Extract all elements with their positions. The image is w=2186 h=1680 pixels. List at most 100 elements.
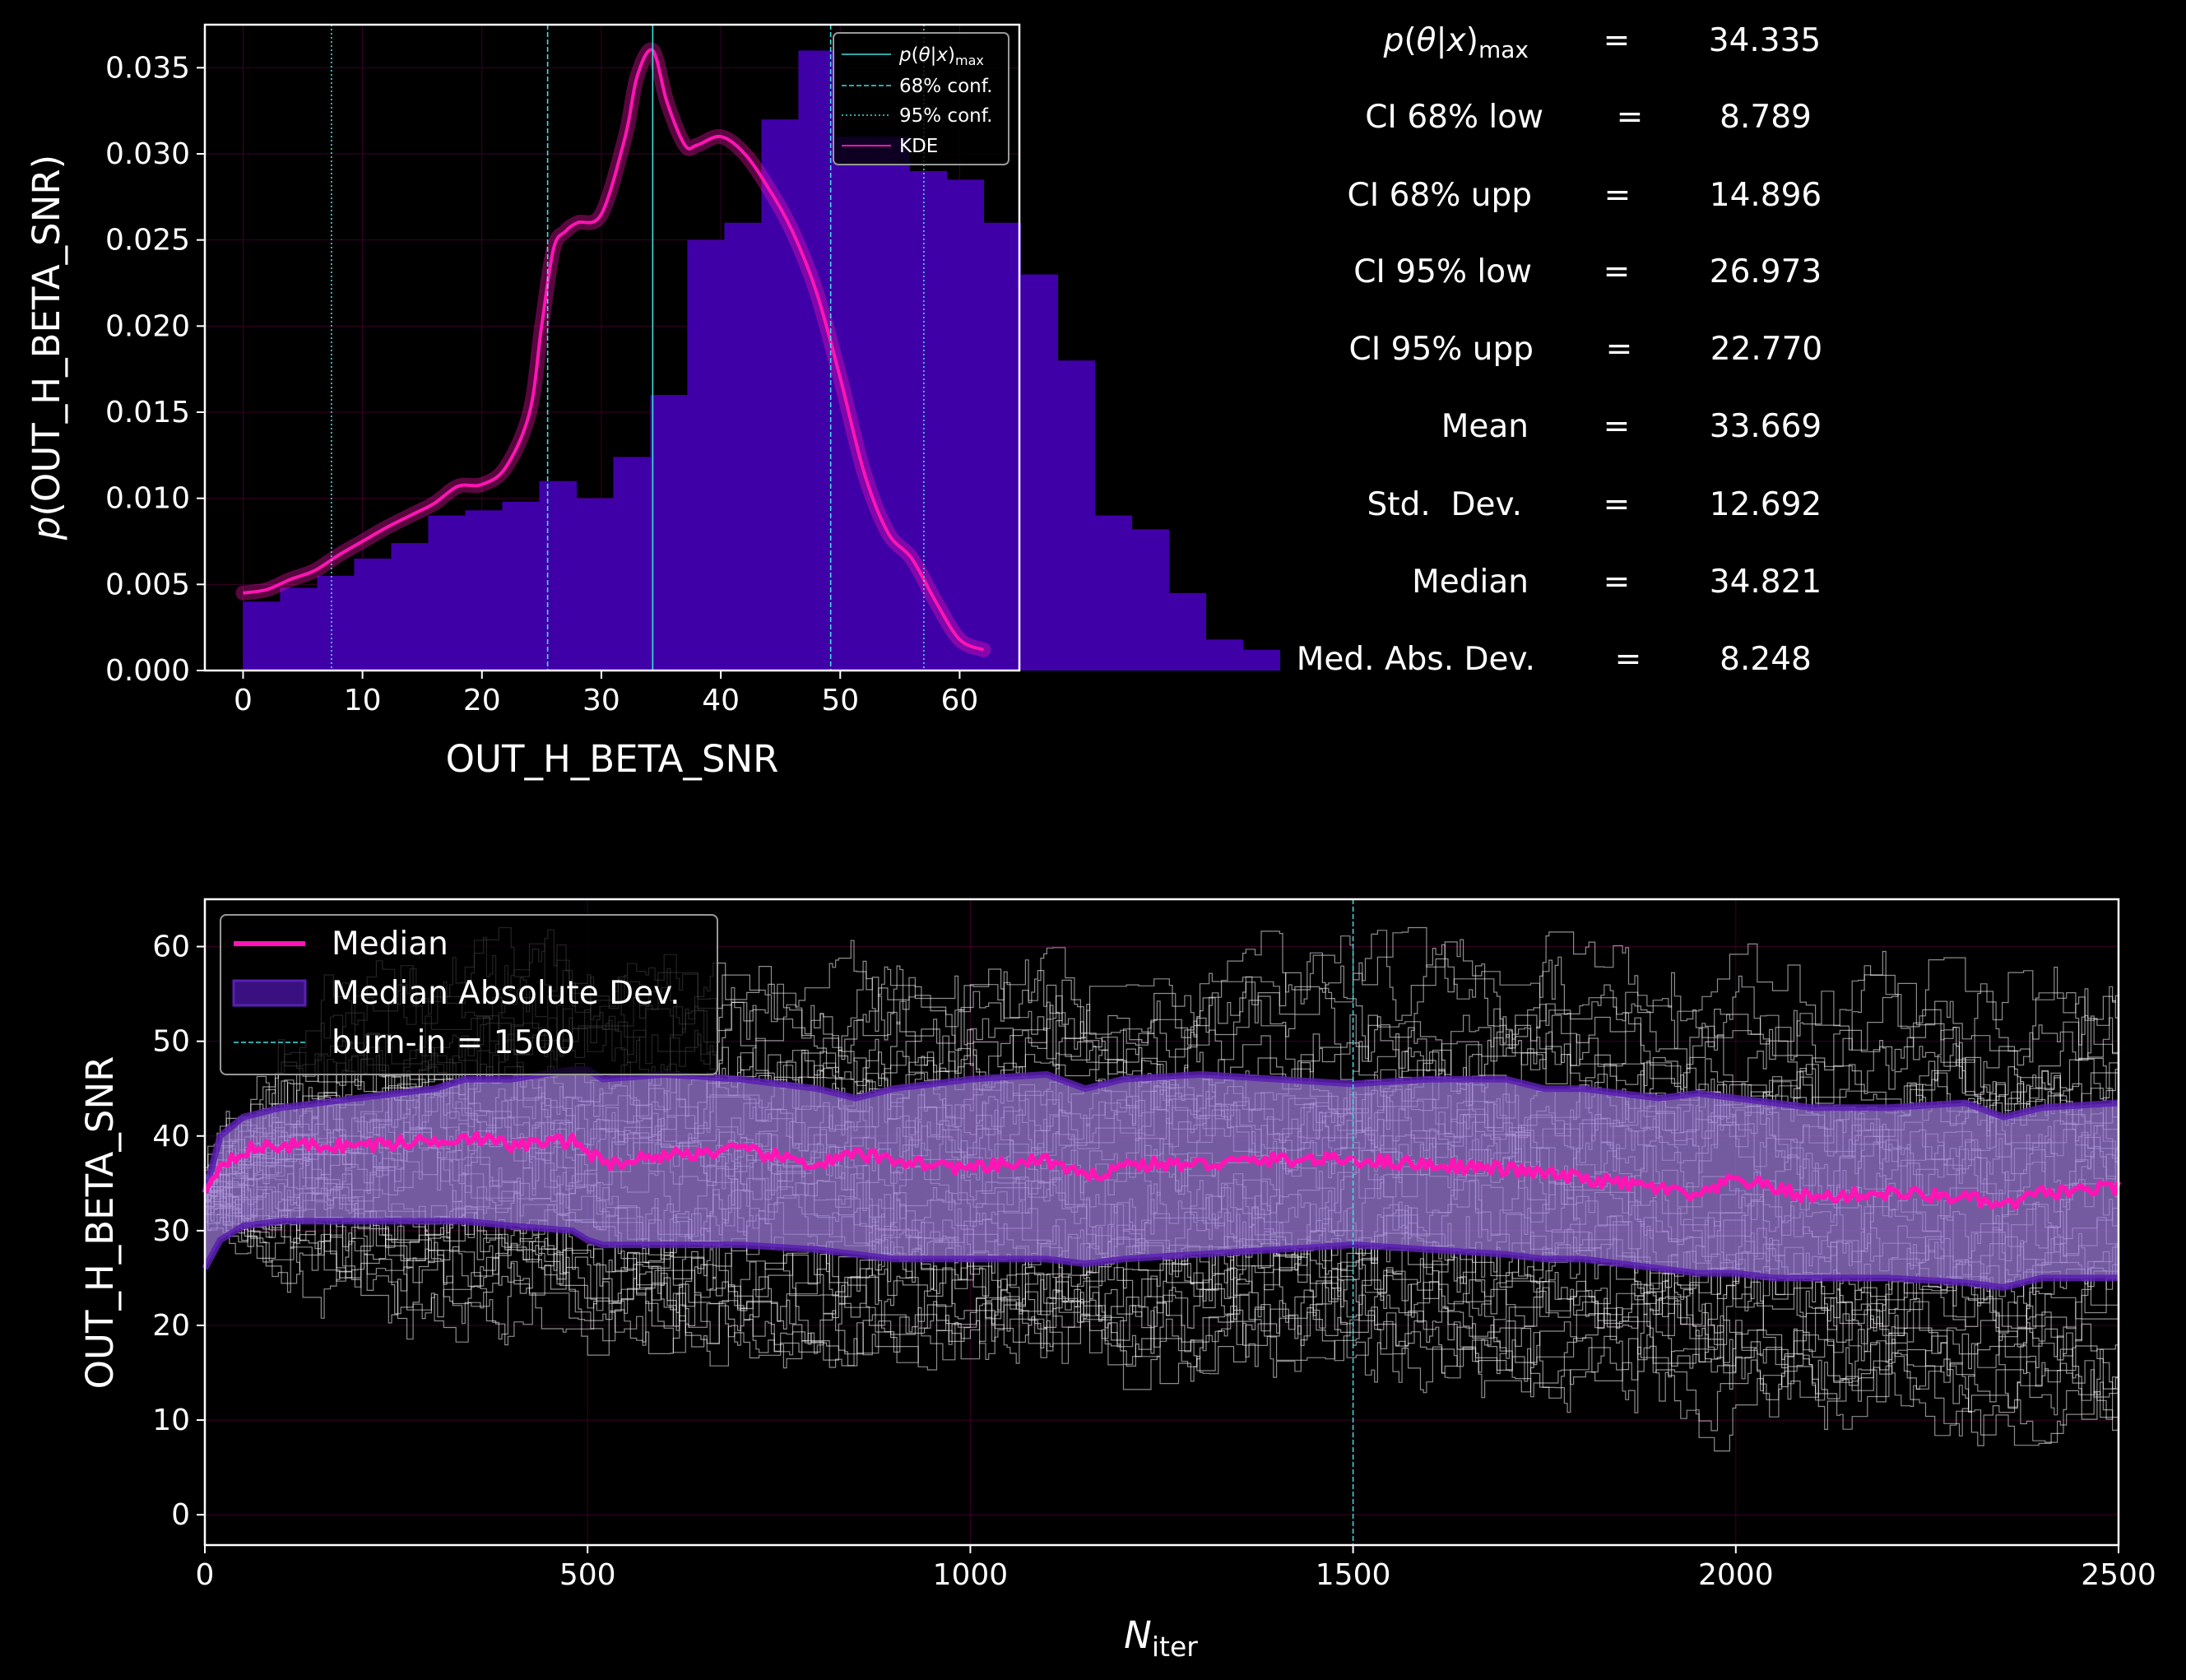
hist-ytick-label: 0.000 [105, 654, 190, 688]
hist-bar [576, 498, 615, 671]
trace-xtick-label: 500 [559, 1558, 616, 1592]
histogram-panel: 0 10 20 30 40 50 60 0.0000.0050.0100.0150.0200… [25, 23, 1281, 781]
stat-value-ci95-upp: 22.770 [1710, 331, 1822, 368]
hist-legend: p(θ|x)max 68% conf. 95% conf. KDE [833, 32, 1009, 165]
trace-ytick-label: 40 [152, 1120, 190, 1153]
hist-bar [946, 179, 985, 671]
hist-bar [1057, 360, 1096, 671]
stat-value-ci68-low: 8.789 [1720, 99, 1812, 136]
trace-ytick-label: 30 [152, 1214, 190, 1248]
hist-ytick-label: 0.025 [105, 224, 190, 258]
trace-xlabel: Niter [1124, 1613, 1198, 1663]
hist-bar [502, 501, 541, 671]
stat-value-mad: 8.248 [1720, 641, 1812, 678]
stat-value-pmax: 34.335 [1709, 22, 1821, 59]
hist-xtick-label: 10 [344, 684, 382, 717]
stat-eq-ci68-upp: = [1604, 177, 1631, 214]
hist-bar [465, 510, 504, 671]
trace-mad-band [202, 1066, 2119, 1291]
hist-ytick-label: 0.020 [105, 309, 190, 343]
stat-label-mad: Med. Abs. Dev. [1297, 641, 1535, 678]
hist-bar [1020, 274, 1059, 671]
legend-ci68-label: 68% conf. [899, 76, 992, 97]
stat-label-ci95-low: CI 95% low [1353, 253, 1532, 290]
stat-label-ci68-low: CI 68% low [1365, 99, 1543, 136]
trace-ytick-label: 0 [171, 1498, 190, 1532]
hist-bar [428, 515, 466, 671]
hist-bar [243, 601, 281, 671]
trace-legend: Median Median Absolute Dev. burn-in = 15… [220, 914, 718, 1075]
hist-xtick-label: 60 [941, 684, 979, 717]
stats-table: p(θ|x)max = 34.335 CI 68% low = 8.789 CI… [1297, 22, 1822, 678]
hist-bar [872, 137, 911, 671]
stat-eq-std: = [1604, 486, 1631, 523]
trace-xtick-label: 2500 [2081, 1558, 2156, 1592]
stat-label-ci95-upp: CI 95% upp [1349, 331, 1534, 368]
stat-value-mean: 33.669 [1710, 408, 1822, 445]
hist-bar [724, 222, 763, 671]
hist-ytick-label: 0.035 [105, 51, 190, 85]
trace-ytick-label: 50 [152, 1025, 190, 1059]
hist-bar [1168, 592, 1207, 671]
trace-ytick-label: 20 [152, 1309, 190, 1343]
trace-xticks: 0 500 1000 1500 2000 2500 [196, 1545, 2156, 1592]
hist-bar [613, 457, 652, 671]
hist-bar [687, 239, 726, 671]
legend-kde-label: KDE [899, 136, 938, 157]
hist-xtick-label: 20 [463, 684, 501, 717]
trace-ytick-label: 60 [152, 930, 190, 964]
legend-mad-swatch [232, 979, 307, 1007]
hist-bar [1242, 649, 1281, 671]
stat-value-ci95-low: 26.973 [1710, 253, 1822, 290]
hist-ytick-label: 0.015 [105, 396, 190, 429]
hist-bar [983, 222, 1022, 671]
hist-bar [317, 575, 355, 671]
stat-eq-mad: = [1615, 641, 1642, 678]
hist-ylabel: p(OUT_H_BETA_SNR) [25, 155, 68, 541]
hist-ytick-label: 0.030 [105, 137, 190, 171]
hist-bar [1094, 515, 1133, 671]
stat-eq-pmax: = [1604, 22, 1631, 59]
hist-ytick-label: 0.005 [105, 568, 190, 601]
hist-bar [1131, 529, 1170, 671]
trace-xtick-label: 2000 [1698, 1558, 1774, 1592]
stat-eq-ci68-low: = [1617, 99, 1644, 136]
trace-xtick-label: 1000 [933, 1558, 1009, 1592]
stat-label-ci68-upp: CI 68% upp [1348, 177, 1532, 214]
hist-bar [1205, 639, 1244, 671]
hist-xtick-label: 50 [821, 684, 859, 717]
stat-eq-ci95-low: = [1604, 253, 1631, 290]
stat-label-mean: Mean [1441, 408, 1529, 445]
legend-burnin-label: burn-in = 1500 [332, 1024, 575, 1061]
figure: 0 10 20 30 40 50 60 0.0000.0050.0100.0150.0200… [25, 22, 2156, 1663]
trace-yticks: 0 10 20 30 40 50 60 [152, 930, 205, 1532]
hist-bar [354, 558, 392, 671]
hist-bar [539, 480, 578, 671]
hist-xtick-label: 30 [582, 684, 620, 717]
stat-eq-mean: = [1604, 408, 1631, 445]
hist-bars [243, 50, 1281, 671]
trace-xtick-label: 1500 [1316, 1558, 1391, 1592]
legend-median-label: Median [332, 926, 448, 963]
trace-ytick-label: 10 [152, 1404, 190, 1437]
stat-eq-median: = [1604, 564, 1631, 601]
stat-value-median: 34.821 [1710, 564, 1822, 601]
hist-yticks: 0.000 0.005 0.010 0.015 0.020 0.025 0.030 0.035 [105, 51, 205, 688]
trace-panel: 0 500 1000 1500 2000 2500 0 10 20 30 40 50 60 Niter… [78, 898, 2156, 1663]
hist-ytick-label: 0.010 [105, 482, 190, 516]
hist-xtick-label: 0 [234, 684, 253, 717]
hist-bar [391, 543, 429, 671]
stat-value-ci68-upp: 14.896 [1710, 177, 1822, 214]
stat-value-std: 12.692 [1710, 486, 1822, 523]
hist-xticks: 0 10 20 30 40 50 60 [234, 671, 978, 717]
legend-mad-label: Median Absolute Dev. [332, 975, 680, 1012]
stat-label-std: Std. Dev. [1367, 486, 1522, 523]
stat-label-pmax: p(θ|x)max [1383, 22, 1529, 63]
hist-xtick-label: 40 [702, 684, 740, 717]
stat-label-median: Median [1412, 564, 1529, 601]
hist-bar [650, 395, 689, 671]
hist-bar [280, 587, 318, 671]
trace-ylabel: OUT_H_BETA_SNR [78, 1056, 122, 1390]
trace-xtick-label: 0 [196, 1558, 215, 1592]
legend-ci95-label: 95% conf. [899, 105, 992, 127]
